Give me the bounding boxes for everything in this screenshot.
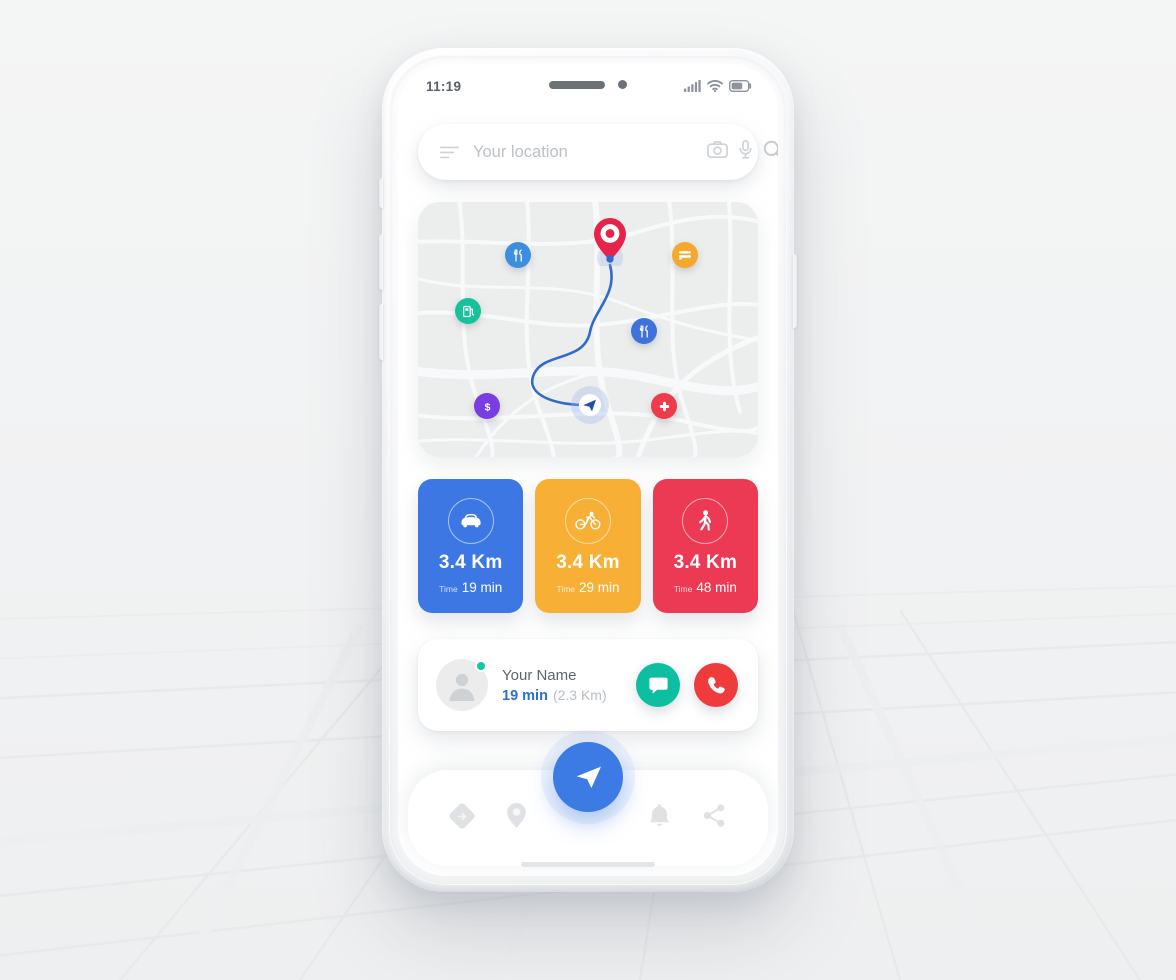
- earpiece-speaker: [549, 80, 605, 89]
- driver-eta: 19 min: [502, 687, 548, 704]
- medical-cross-icon: [659, 401, 669, 411]
- directions-diamond-icon: [448, 802, 476, 835]
- transport-time-value: 19 min: [461, 579, 503, 595]
- status-time: 11:19: [426, 78, 462, 94]
- silence-switch[interactable]: [379, 178, 383, 208]
- phone-device: 11:19 Your location $ 3.4 Km Time 19 min…: [379, 48, 797, 892]
- search-icon[interactable]: [763, 140, 778, 165]
- transport-time-label: Time: [556, 583, 576, 594]
- restaurant-icon: [639, 324, 648, 338]
- driver-info: Your Name 19 min (2.3 Km): [502, 667, 622, 704]
- nav-places[interactable]: [499, 800, 535, 836]
- message-icon: [648, 677, 668, 694]
- call-button[interactable]: [694, 663, 738, 707]
- driver-eta-row: 19 min (2.3 Km): [502, 687, 622, 704]
- battery-icon: [729, 80, 752, 92]
- transport-distance: 3.4 Km: [438, 551, 503, 573]
- transport-time: Time 19 min: [439, 580, 502, 595]
- home-indicator: [521, 862, 655, 867]
- driver-distance: (2.3 Km): [552, 686, 607, 703]
- current-location-marker[interactable]: [569, 384, 611, 426]
- driver-name: Your Name: [502, 666, 577, 684]
- nav-notifications[interactable]: [642, 800, 678, 836]
- phone-screen: 11:19 Your location $ 3.4 Km Time 19 min…: [398, 64, 778, 876]
- poi-gas-station[interactable]: [455, 298, 481, 324]
- notch: [549, 80, 627, 89]
- transport-time-label: Time: [673, 583, 693, 594]
- walking-icon: [699, 509, 712, 531]
- poi-bank-atm[interactable]: $: [474, 393, 500, 419]
- poi-restaurant-2[interactable]: [631, 318, 657, 344]
- bed-icon: [679, 251, 691, 260]
- restaurant-icon: [513, 248, 522, 262]
- front-camera-icon: [618, 80, 627, 89]
- transport-card-bicycle[interactable]: 3.4 Km Time 29 min: [535, 479, 641, 613]
- map-pin-icon: [506, 802, 527, 834]
- destination-pin-icon[interactable]: [590, 216, 630, 271]
- poi-hotel[interactable]: [672, 242, 698, 268]
- car-icon-ring: [447, 497, 494, 544]
- nav-directions[interactable]: [444, 800, 480, 836]
- driver-card[interactable]: Your Name 19 min (2.3 Km): [418, 639, 758, 731]
- status-bar: 11:19: [398, 64, 778, 108]
- dollar-icon: $: [484, 401, 490, 413]
- map-view[interactable]: $: [418, 202, 758, 457]
- send-arrow-icon: [576, 766, 601, 788]
- walking-icon-ring: [682, 497, 729, 544]
- transport-time-value: 29 min: [579, 579, 620, 595]
- power-button[interactable]: [793, 254, 797, 328]
- cellular-signal-icon: [684, 80, 701, 92]
- transport-time-label: Time: [439, 583, 458, 594]
- transport-card-walking[interactable]: 3.4 Km Time 48 min: [652, 479, 758, 613]
- avatar: [436, 659, 488, 711]
- online-status-badge: [475, 660, 487, 672]
- camera-icon[interactable]: [707, 141, 728, 163]
- transport-time-value: 48 min: [696, 579, 737, 595]
- search-bar[interactable]: [418, 124, 778, 180]
- transport-distance: 3.4 Km: [673, 551, 738, 573]
- poi-hospital[interactable]: [651, 393, 677, 419]
- search-actions: [707, 140, 778, 165]
- bicycle-icon: [575, 511, 601, 530]
- nav-share[interactable]: [696, 800, 732, 836]
- share-icon: [702, 803, 727, 833]
- poi-restaurant[interactable]: [505, 242, 531, 268]
- fuel-pump-icon: [462, 305, 474, 317]
- car-icon: [461, 513, 481, 528]
- bicycle-icon-ring: [564, 497, 611, 544]
- volume-up-button[interactable]: [379, 234, 383, 290]
- transport-card-car[interactable]: 3.4 Km Time 19 min: [418, 479, 524, 613]
- microphone-icon[interactable]: [739, 140, 752, 164]
- svg-text:$: $: [484, 401, 490, 413]
- transport-time: Time 48 min: [674, 580, 737, 595]
- nav-navigate-fab[interactable]: [553, 742, 623, 812]
- message-button[interactable]: [636, 663, 680, 707]
- filter-lines-icon[interactable]: [440, 146, 459, 159]
- transport-time: Time 29 min: [556, 580, 619, 595]
- bell-icon: [648, 803, 671, 833]
- search-input[interactable]: [473, 142, 693, 162]
- transport-options: 3.4 Km Time 19 min 3.4 Km Time 29 min 3.…: [418, 479, 758, 613]
- volume-down-button[interactable]: [379, 304, 383, 360]
- phone-icon: [707, 676, 725, 693]
- status-icons: [684, 80, 752, 92]
- transport-distance: 3.4 Km: [556, 551, 620, 573]
- wifi-icon: [707, 80, 723, 92]
